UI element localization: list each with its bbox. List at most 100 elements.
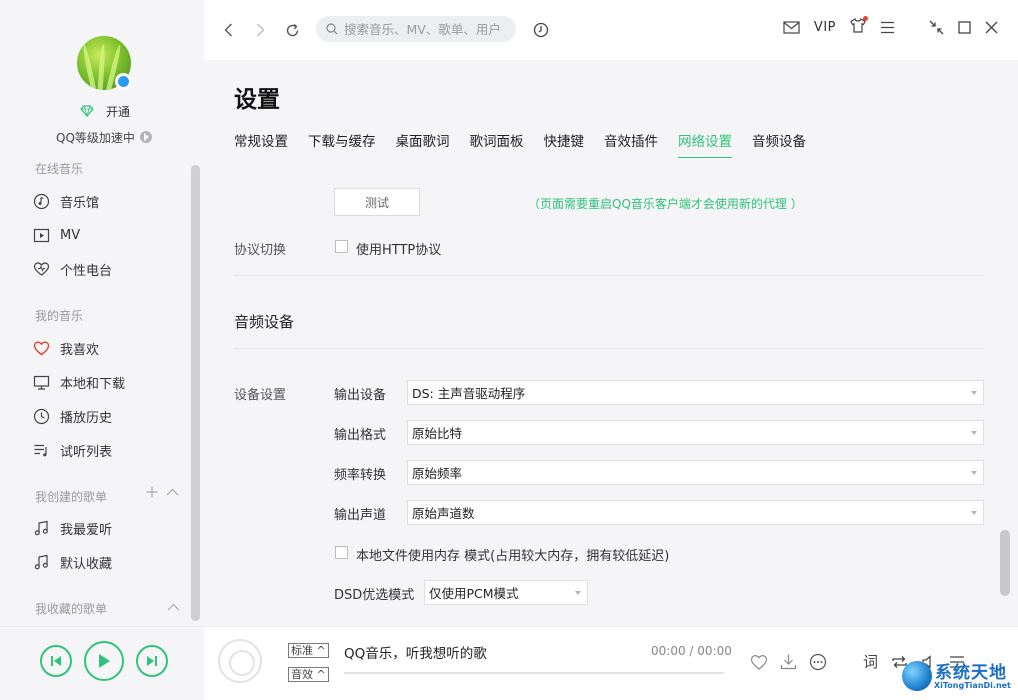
qq-level-label: QQ等级加速中 xyxy=(56,130,135,145)
settings-tabs: 常规设置 下载与缓存 桌面歌词 歌词面板 快捷键 音效插件 网络设置 音频设备 xyxy=(234,130,826,159)
sidebar-item-default-collection[interactable]: 默认收藏 xyxy=(33,550,112,574)
progress-bar[interactable] xyxy=(344,672,724,674)
sidebar-item-favorites[interactable]: 我喜欢 xyxy=(33,336,99,360)
mini-mode-icon[interactable] xyxy=(929,20,944,35)
frequency-convert-label: 频率转换 xyxy=(334,468,387,483)
dropdown-arrow-icon xyxy=(971,431,977,435)
mail-icon[interactable] xyxy=(783,21,800,34)
tab-desktop-lyrics[interactable]: 桌面歌词 xyxy=(396,130,450,159)
output-format-select[interactable]: 原始比特 xyxy=(407,420,984,445)
tab-network[interactable]: 网络设置 xyxy=(678,130,732,159)
music-note-icon xyxy=(34,554,48,569)
heart-icon[interactable] xyxy=(750,654,768,670)
tab-lyrics-panel[interactable]: 歌词面板 xyxy=(470,130,524,159)
refresh-icon xyxy=(286,23,298,36)
chevron-right-icon xyxy=(256,23,264,37)
page-title: 设置 xyxy=(234,87,280,113)
sidebar-item-mv[interactable]: MV xyxy=(33,223,80,247)
output-format-value: 原始比特 xyxy=(412,426,463,441)
vip-link[interactable]: VIP xyxy=(814,20,836,35)
notification-dot xyxy=(863,16,868,21)
tab-sound-plugins[interactable]: 音效插件 xyxy=(604,130,658,159)
album-disc-icon[interactable] xyxy=(218,639,262,683)
lyrics-button[interactable]: 词 xyxy=(863,651,878,672)
qq-level-row[interactable]: QQ等级加速中 xyxy=(56,128,152,146)
window-controls: VIP xyxy=(783,16,998,37)
tab-general[interactable]: 常规设置 xyxy=(234,130,288,159)
memory-mode-label: 本地文件使用内存 模式(占用较大内存，拥有较低延迟) xyxy=(356,549,670,564)
timer-icon xyxy=(533,22,549,38)
skin-button[interactable] xyxy=(850,16,868,37)
output-channel-label: 输出声道 xyxy=(334,508,387,523)
sidebar-scrollbar[interactable] xyxy=(191,165,200,621)
output-device-label: 输出设备 xyxy=(334,388,387,403)
quality-standard-button[interactable]: 标准 ^ xyxy=(288,643,329,658)
search-input[interactable] xyxy=(344,21,509,37)
sidebar-item-local-download[interactable]: 本地和下载 xyxy=(33,370,125,394)
section-online-music: 在线音乐 xyxy=(35,162,84,176)
dropdown-arrow-icon xyxy=(971,471,977,475)
play-icon xyxy=(99,654,110,668)
heart-icon xyxy=(33,340,50,355)
qq-music-window: 开通 QQ等级加速中 在线音乐 音乐馆 MV 个性电台 我的音乐 我喜欢 本地和… xyxy=(0,0,1018,700)
maximize-icon[interactable] xyxy=(958,21,971,34)
download-icon[interactable] xyxy=(780,653,797,670)
previous-icon xyxy=(51,656,61,666)
sidebar-item-trial-list[interactable]: 试听列表 xyxy=(33,438,112,462)
chevron-left-icon xyxy=(224,23,232,37)
add-icon[interactable] xyxy=(146,486,158,498)
sidebar-item-radio[interactable]: 个性电台 xyxy=(33,257,112,281)
sidebar-item-music-hall[interactable]: 音乐馆 xyxy=(33,189,99,213)
play-button[interactable] xyxy=(84,641,124,681)
sidebar-item-label: 音乐馆 xyxy=(60,195,100,211)
vip-open-link[interactable]: 开通 xyxy=(80,102,130,120)
clock-icon xyxy=(33,408,50,424)
tab-download-cache[interactable]: 下载与缓存 xyxy=(308,130,376,159)
tab-shortcuts[interactable]: 快捷键 xyxy=(544,130,585,159)
frequency-convert-select[interactable]: 原始频率 xyxy=(407,460,984,485)
memory-mode-checkbox[interactable] xyxy=(335,546,348,559)
proxy-restart-note: （页面需要重启QQ音乐客户端才会使用新的代理 ） xyxy=(528,197,803,211)
sidebar-item-label: 我最爱听 xyxy=(60,522,113,538)
player-bar: 标准 ^ 音效 ^ QQ音乐，听我想听的歌 00:00 / 00:00 词 xyxy=(0,626,1018,700)
sidebar-item-label: 本地和下载 xyxy=(60,376,126,392)
refresh-button[interactable] xyxy=(282,20,302,40)
output-channel-value: 原始声道数 xyxy=(412,506,475,521)
dsd-mode-value: 仅使用PCM模式 xyxy=(429,586,519,601)
sound-effect-button[interactable]: 音效 ^ xyxy=(288,667,329,682)
dropdown-arrow-icon xyxy=(971,391,977,395)
sidebar-item-label: 默认收藏 xyxy=(60,556,113,572)
forward-button[interactable] xyxy=(250,20,270,40)
content-scrollbar[interactable] xyxy=(1000,530,1010,596)
http-protocol-checkbox[interactable] xyxy=(335,240,348,253)
back-button[interactable] xyxy=(218,20,238,40)
monitor-icon xyxy=(33,375,50,390)
chevron-up-icon[interactable] xyxy=(166,488,179,496)
sound-effect-label: 音效 xyxy=(291,668,313,681)
next-icon xyxy=(147,656,157,666)
output-channel-select[interactable]: 原始声道数 xyxy=(407,500,984,525)
section-my-music: 我的音乐 xyxy=(35,309,84,323)
quality-standard-label: 标准 xyxy=(291,644,313,657)
watermark-title: 系统天地 xyxy=(935,663,1007,683)
proxy-test-button[interactable]: 测试 xyxy=(334,188,420,216)
close-icon[interactable] xyxy=(985,21,998,34)
previous-button[interactable] xyxy=(40,645,72,677)
search-icon xyxy=(326,23,338,35)
sidebar-item-history[interactable]: 播放历史 xyxy=(33,404,112,428)
chevron-up-icon[interactable] xyxy=(167,603,180,611)
http-protocol-label: 使用HTTP协议 xyxy=(356,243,442,258)
menu-icon[interactable] xyxy=(880,21,895,34)
playlist-icon xyxy=(34,444,47,456)
next-button[interactable] xyxy=(136,645,168,677)
settings-header: 设置 常规设置 下载与缓存 桌面歌词 歌词面板 快捷键 音效插件 网络设置 音频… xyxy=(204,60,1018,159)
tab-audio-device[interactable]: 音频设备 xyxy=(752,130,806,159)
listen-recognize-button[interactable] xyxy=(531,20,551,40)
sidebar-item-most-loved[interactable]: 我最爱听 xyxy=(33,516,112,540)
search-box[interactable] xyxy=(316,16,516,42)
output-device-select[interactable]: DS: 主声音驱动程序 xyxy=(407,380,984,405)
frequency-convert-value: 原始频率 xyxy=(412,466,463,481)
more-icon[interactable] xyxy=(809,653,827,671)
device-settings-label: 设备设置 xyxy=(234,388,287,403)
dsd-mode-select[interactable]: 仅使用PCM模式 xyxy=(424,580,588,605)
